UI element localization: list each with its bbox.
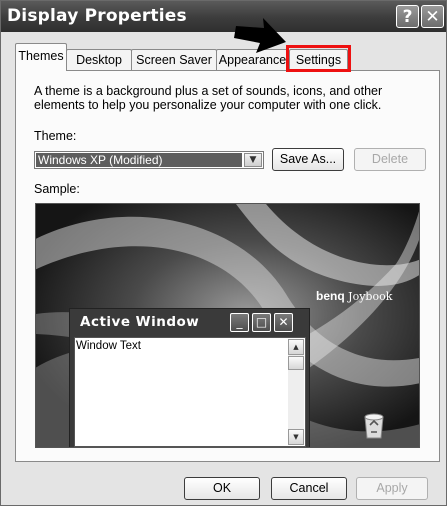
sample-scrollbar: ▲ ▼ <box>288 339 304 445</box>
title-bar[interactable]: Display Properties ? ✕ <box>1 1 446 32</box>
tab-desktop[interactable]: Desktop <box>66 49 132 70</box>
tab-screen-saver[interactable]: Screen Saver <box>131 49 217 70</box>
theme-dropdown[interactable]: Windows XP (Modified) ▼ <box>34 151 264 169</box>
sample-window-text: Window Text <box>76 340 141 352</box>
pointer-arrow-icon <box>234 18 286 53</box>
scroll-thumb <box>288 356 304 370</box>
themes-panel: A theme is a background plus a set of so… <box>15 70 440 462</box>
delete-button[interactable]: Delete <box>354 148 426 171</box>
recycle-bin-icon <box>364 413 384 439</box>
chevron-down-icon[interactable]: ▼ <box>244 153 262 167</box>
tab-themes[interactable]: Themes <box>15 43 67 71</box>
scroll-down-icon: ▼ <box>288 429 304 445</box>
minimize-icon: _ <box>230 313 249 332</box>
close-button[interactable]: ✕ <box>421 5 444 28</box>
cancel-button[interactable]: Cancel <box>271 477 347 500</box>
ok-button[interactable]: OK <box>184 477 260 500</box>
close-icon: ✕ <box>425 7 440 27</box>
sample-active-window: Active Window _ □ ✕ Window Text ▲ ▼ <box>69 308 310 447</box>
apply-button[interactable]: Apply <box>356 477 428 500</box>
theme-sample-preview: benq Joybook Active Window _ □ ✕ Window … <box>35 203 420 448</box>
scroll-up-icon: ▲ <box>288 339 304 355</box>
display-properties-dialog: Display Properties ? ✕ Themes Desktop Sc… <box>0 0 447 506</box>
sample-window-body: Window Text ▲ ▼ <box>74 337 306 447</box>
sample-label: Sample: <box>34 182 80 196</box>
theme-label: Theme: <box>34 129 77 143</box>
brand-logo: benq Joybook <box>316 289 393 303</box>
close-icon: ✕ <box>274 313 293 332</box>
window-title: Display Properties <box>7 6 187 26</box>
sample-window-title: Active Window <box>80 314 200 330</box>
maximize-icon: □ <box>252 313 271 332</box>
settings-highlight-box <box>286 45 351 72</box>
theme-dropdown-value: Windows XP (Modified) <box>36 153 242 167</box>
themes-description: A theme is a background plus a set of so… <box>34 84 383 112</box>
help-button[interactable]: ? <box>396 5 419 28</box>
save-as-button[interactable]: Save As... <box>272 148 344 171</box>
